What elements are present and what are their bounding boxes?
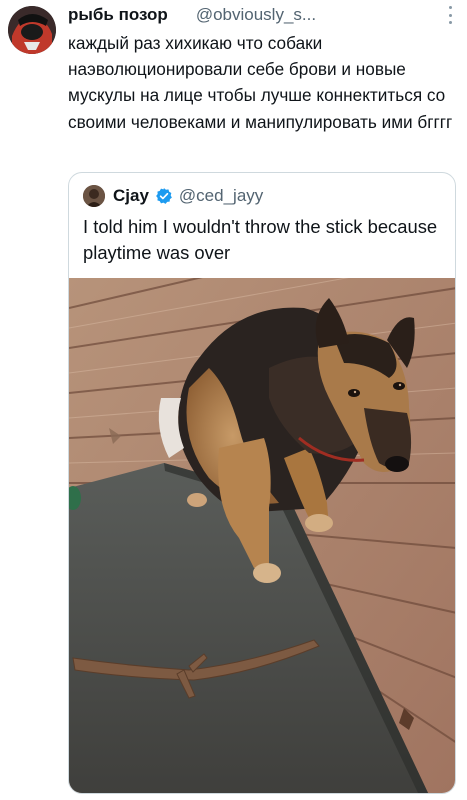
dog-photo[interactable] xyxy=(69,278,455,793)
tweet-header: рыбь позор @obviously_s... xyxy=(68,3,451,27)
quoted-tweet-card[interactable]: Cjay @ced_jayy I told him I wouldn't thr… xyxy=(68,172,456,794)
quote-author-handle: @ced_jayy xyxy=(178,186,264,205)
verified-badge-icon xyxy=(156,188,172,204)
author-display-name[interactable]: рыбь позор xyxy=(68,5,168,25)
quote-author-name: Cjay xyxy=(113,186,149,205)
tweet-text: каждый раз хихикаю что собаки наэволюцио… xyxy=(68,33,453,132)
more-vertical-icon[interactable] xyxy=(447,6,453,24)
quote-text: I told him I wouldn't throw the stick be… xyxy=(83,216,438,263)
quote-author-avatar xyxy=(83,185,105,207)
author-avatar[interactable] xyxy=(8,6,56,54)
quote-header: Cjay @ced_jayy xyxy=(83,185,263,207)
author-handle[interactable]: @obviously_s... xyxy=(196,5,316,25)
